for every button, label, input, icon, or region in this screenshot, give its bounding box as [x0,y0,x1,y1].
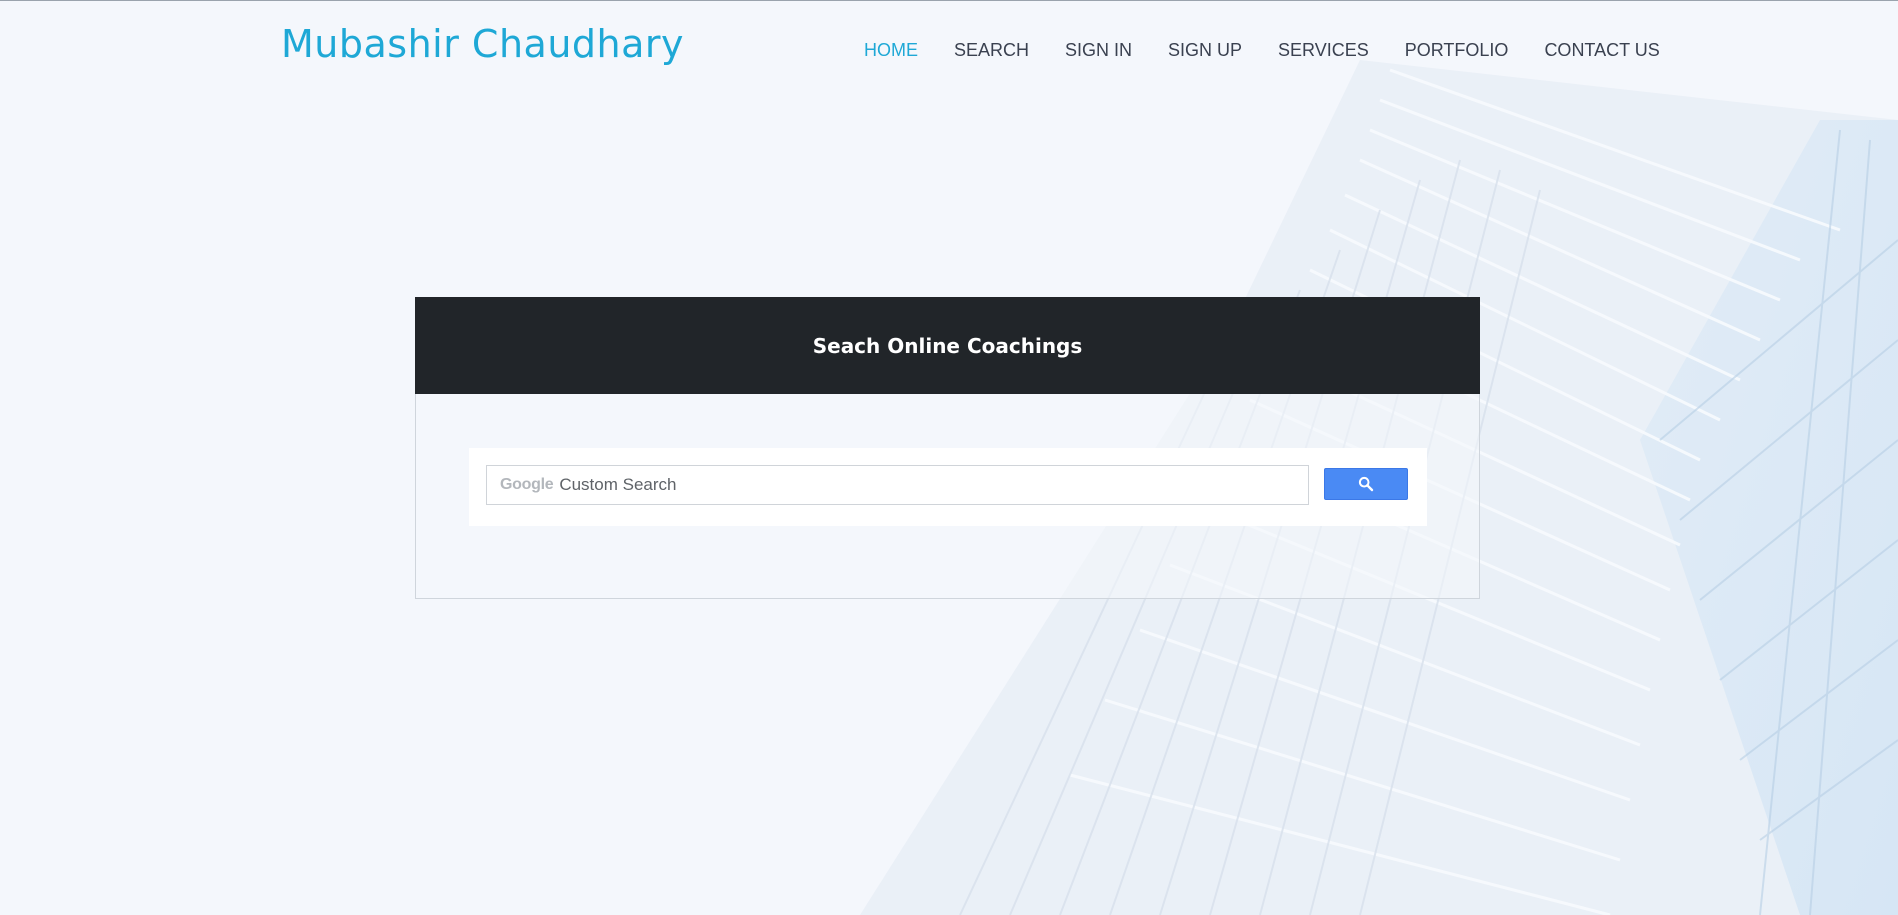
nav-sign-up-link[interactable]: SIGN UP [1168,40,1242,61]
search-button[interactable] [1324,468,1408,500]
search-panel-header: Seach Online Coachings [415,297,1480,394]
search-icon [1358,476,1374,492]
search-panel: Seach Online Coachings Google [415,297,1480,599]
nav-home-link[interactable]: HOME [864,40,918,61]
search-field-wrapper: Google [486,465,1309,505]
nav-portfolio-link[interactable]: PORTFOLIO [1405,40,1509,61]
nav-contact-us-link[interactable]: CONTACT US [1544,40,1659,61]
search-panel-title: Seach Online Coachings [812,333,1083,358]
nav-services-link[interactable]: SERVICES [1278,40,1369,61]
nav-search-link[interactable]: SEARCH [954,40,1029,61]
site-logo[interactable]: Mubashir Chaudhary [281,22,684,66]
site-header: Mubashir Chaudhary HOME SEARCH SIGN IN S… [0,0,1898,100]
nav-sign-in-link[interactable]: SIGN IN [1065,40,1132,61]
search-input[interactable] [557,474,1262,496]
main-nav: HOME SEARCH SIGN IN SIGN UP SERVICES POR… [864,40,1660,61]
google-custom-search-box: Google [469,448,1427,526]
google-logo: Google [500,476,554,493]
